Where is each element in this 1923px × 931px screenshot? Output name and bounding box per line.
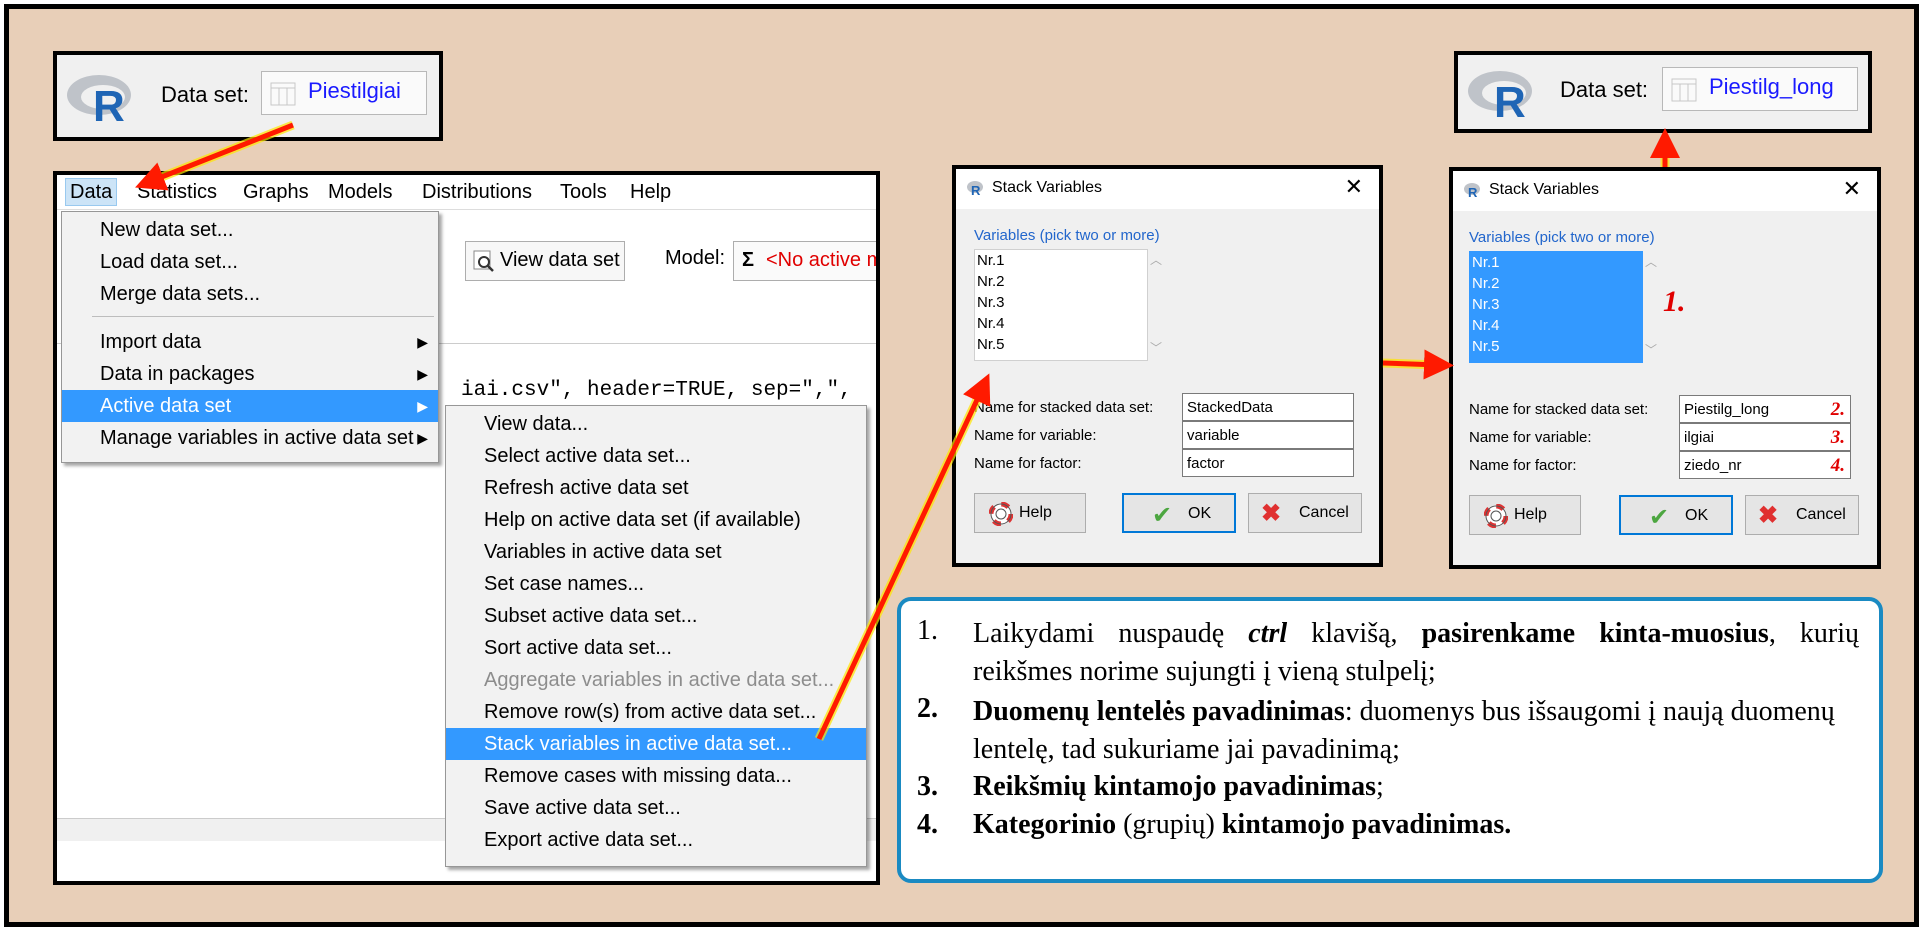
arrow-to-dialog — [816, 373, 991, 741]
slide-frame: R Data set: Piestilgiai Data Statistics … — [4, 4, 1919, 927]
arrow-between-dialogs — [1382, 349, 1454, 380]
annotation-arrows — [135, 120, 1680, 741]
arrow-to-data-menu — [135, 122, 294, 191]
